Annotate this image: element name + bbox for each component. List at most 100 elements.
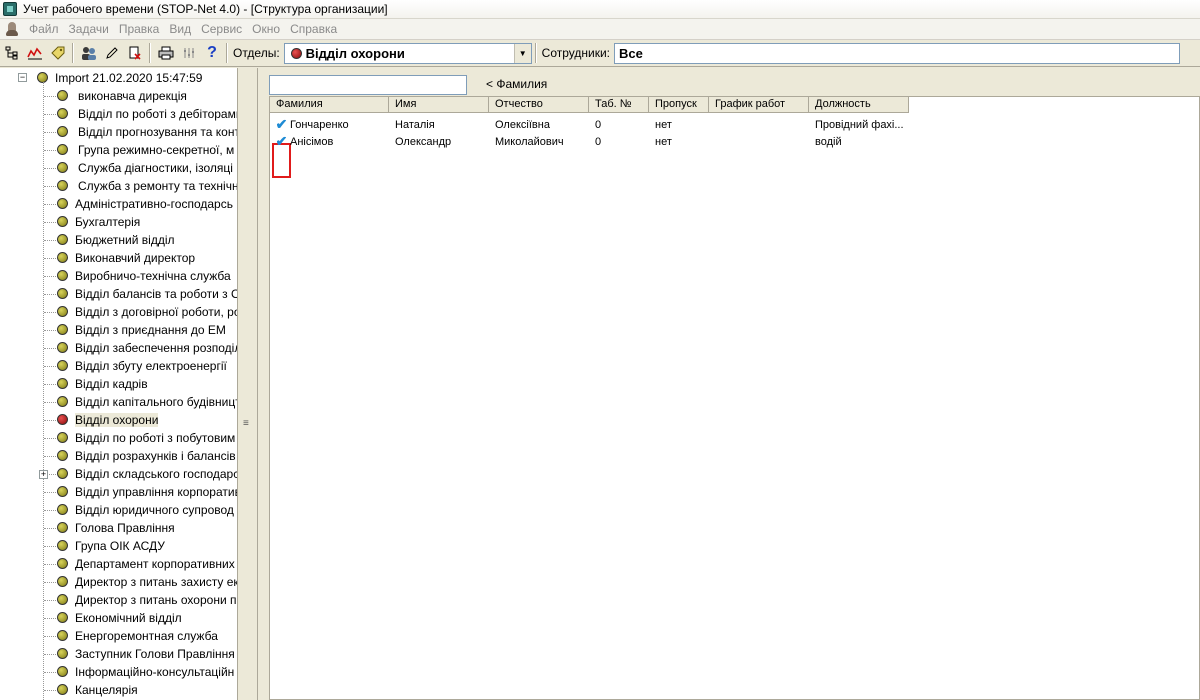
tree-item-label: Відділ прогнозування та конт: [78, 125, 238, 139]
node-status-icon: [57, 450, 68, 461]
tree-item-label: Директор з питань охорони п: [75, 593, 237, 607]
user-doc-icon[interactable]: [4, 21, 20, 37]
tree-item-label: Відділ з приєднання до ЕМ: [75, 323, 226, 337]
tree-item[interactable]: Відділ юридичного супровод: [0, 501, 237, 519]
menu-help[interactable]: Справка: [285, 22, 342, 36]
tree-item[interactable]: Служба з ремонту та технічн: [0, 177, 237, 195]
tree-item[interactable]: Голова Правління: [0, 519, 237, 537]
table-cell: Миколайович: [495, 135, 564, 148]
tree-item-label: Відділ кадрів: [75, 377, 148, 391]
tree-item[interactable]: Відділ кадрів: [0, 375, 237, 393]
checkmark-icon[interactable]: ✔: [274, 134, 289, 149]
tree-item[interactable]: Директор з питань охорони п: [0, 591, 237, 609]
panel-splitter[interactable]: ≡: [238, 68, 258, 700]
node-status-icon: [57, 468, 68, 479]
node-status-icon: [57, 342, 68, 353]
tree-item[interactable]: Канцелярія: [0, 681, 237, 699]
tree-item-label: Директор з питань захисту ек: [75, 575, 238, 589]
tree-item[interactable]: Відділ прогнозування та конт: [0, 123, 238, 141]
help-icon[interactable]: ?: [201, 42, 223, 64]
table-cell: нет: [655, 135, 672, 148]
tree-item[interactable]: Відділ балансів та роботи з О: [0, 285, 237, 303]
tree-item[interactable]: Відділ складського господарс: [0, 465, 237, 483]
column-header[interactable]: Должность: [809, 97, 909, 113]
tree-item[interactable]: Відділ охорони: [0, 411, 237, 429]
table-cell: нет: [655, 118, 672, 131]
menu-service[interactable]: Сервис: [196, 22, 247, 36]
column-header[interactable]: Отчество: [489, 97, 589, 113]
tree-item[interactable]: Директор з питань захисту ек: [0, 573, 238, 591]
tree-item-label: Відділ по роботі з дебіторами: [78, 107, 238, 121]
table-row[interactable]: ✔ Гончаренко Наталія Олексіївна 0 нет Провідни…: [270, 116, 909, 133]
tree-item[interactable]: Відділ капітального будівницт: [0, 393, 237, 411]
tree-item[interactable]: Відділ збуту електроенергії: [0, 357, 237, 375]
tree-item[interactable]: Відділ забеспечення розподіл: [0, 339, 237, 357]
node-status-icon: [57, 360, 68, 371]
tree-item[interactable]: Служба діагностики, ізоляці: [0, 159, 237, 177]
menu-edit[interactable]: Правка: [114, 22, 165, 36]
chart-icon[interactable]: [24, 42, 46, 64]
print-icon[interactable]: [155, 42, 177, 64]
tree-item[interactable]: Відділ розрахунків і балансів: [0, 447, 237, 465]
tree-item[interactable]: Економічний відділ: [0, 609, 237, 627]
toolbar-separator: [149, 43, 151, 63]
tree-item[interactable]: Бюджетний відділ: [0, 231, 237, 249]
tree-item-label: Заступник Голови Правління: [75, 647, 235, 661]
departments-select[interactable]: Відділ охорони ▼: [283, 42, 532, 64]
tree-item[interactable]: Бухгалтерія: [0, 213, 237, 231]
splitter-grip-icon[interactable]: ≡: [243, 418, 249, 429]
tree-item[interactable]: Департамент корпоративних: [0, 555, 237, 573]
tree-item[interactable]: Відділ по роботі з дебіторами: [0, 105, 238, 123]
column-header[interactable]: График работ: [709, 97, 809, 113]
column-header[interactable]: Пропуск: [649, 97, 709, 113]
node-status-icon: [57, 576, 68, 587]
department-tree[interactable]: − Import 21.02.2020 15:47:59 виконавча дир…: [0, 68, 238, 700]
column-header[interactable]: Фамилия: [270, 97, 389, 113]
structure-icon[interactable]: [1, 42, 23, 64]
tree-item[interactable]: Відділ по роботі з побутовим: [0, 429, 237, 447]
tag-icon[interactable]: [47, 42, 69, 64]
tree-item-label: Виробничо-технічна служба: [75, 269, 231, 283]
table-row[interactable]: ✔ Анісімов Олександр Миколайович 0 нет водій: [270, 133, 909, 150]
tree-item[interactable]: Заступник Голови Правління: [0, 645, 237, 663]
pencil-icon[interactable]: [101, 42, 123, 64]
employees-select[interactable]: Все: [614, 42, 1181, 64]
menu-tasks[interactable]: Задачи: [64, 22, 114, 36]
search-input[interactable]: [269, 75, 467, 95]
tree-item-label: Група ОІК АСДУ: [75, 539, 165, 553]
tree-item[interactable]: Відділ з приєднання до ЕМ: [0, 321, 237, 339]
tree-item[interactable]: Енергоремонтная служба: [0, 627, 237, 645]
node-status-icon: [57, 216, 68, 227]
users-icon[interactable]: [78, 42, 100, 64]
tree-item[interactable]: Відділ управління корпоратив: [0, 483, 237, 501]
menu-window[interactable]: Окно: [247, 22, 285, 36]
tree-item[interactable]: Відділ з договірної роботи, ро: [0, 303, 237, 321]
tree-item[interactable]: Група ОІК АСДУ: [0, 537, 237, 555]
node-status-icon: [57, 612, 68, 623]
tree-item-label: Відділ охорони: [75, 413, 159, 427]
node-status-icon: [57, 558, 68, 569]
tree-item-label: Служба діагностики, ізоляці: [78, 161, 233, 175]
node-status-icon: [57, 162, 68, 173]
menu-view[interactable]: Вид: [164, 22, 196, 36]
tree-item[interactable]: Група режимно-секретної, м: [0, 141, 237, 159]
delete-doc-icon[interactable]: [124, 42, 146, 64]
chevron-down-icon[interactable]: ▼: [513, 43, 531, 63]
tree-item[interactable]: Адміністративно-господарсь: [0, 195, 237, 213]
search-hint: < Фамилия: [486, 77, 548, 91]
tree-item[interactable]: Інформаційно-консультаційн: [0, 663, 237, 681]
tree-root[interactable]: Import 21.02.2020 15:47:59: [0, 69, 237, 87]
tree-item-label: Департамент корпоративних: [75, 557, 235, 571]
tree-item-label: Економічний відділ: [75, 611, 182, 625]
tree-root-label: Import 21.02.2020 15:47:59: [55, 71, 203, 85]
tree-item[interactable]: Виконавчий директор: [0, 249, 237, 267]
settings-icon[interactable]: [178, 42, 200, 64]
column-header[interactable]: Таб. №: [589, 97, 649, 113]
node-status-icon: [57, 378, 68, 389]
column-header[interactable]: Имя: [389, 97, 489, 113]
tree-item[interactable]: виконавча дирекція: [0, 87, 237, 105]
node-status-icon: [57, 432, 68, 443]
tree-item[interactable]: Виробничо-технічна служба: [0, 267, 237, 285]
checkmark-icon[interactable]: ✔: [274, 117, 289, 132]
menu-file[interactable]: Файл: [24, 22, 64, 36]
